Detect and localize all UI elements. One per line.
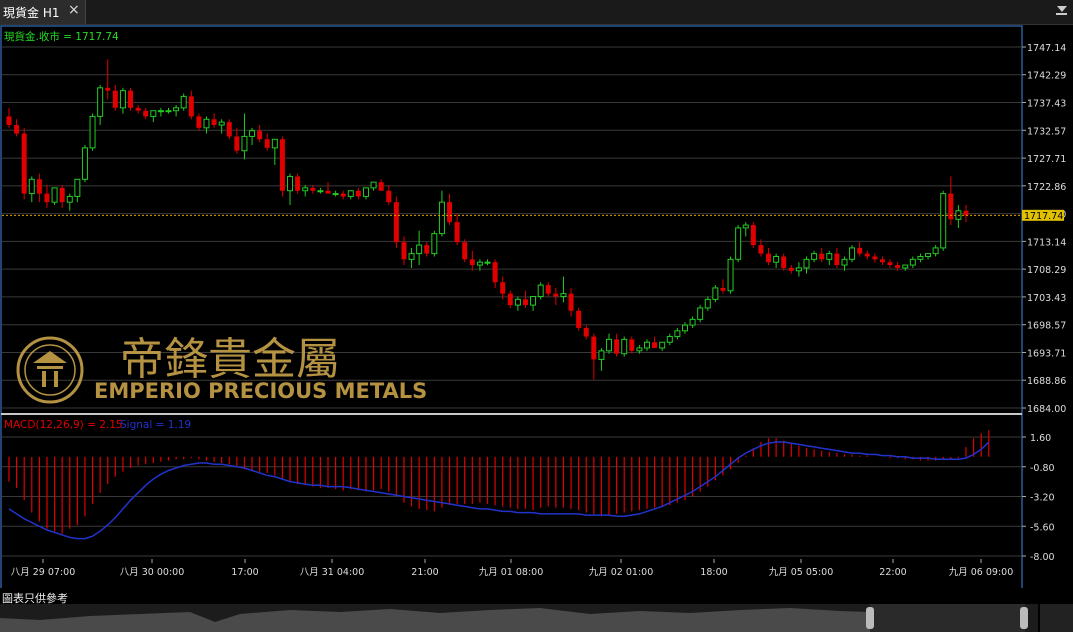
chart-navigator[interactable] [0, 604, 1038, 632]
time-tick-label: 22:00 [879, 567, 906, 578]
navigator-right-pad [1040, 604, 1073, 632]
macd-legend: MACD(12,26,9) = 2.15 [4, 419, 123, 431]
watermark-english: EMPERIO PRECIOUS METALS [94, 379, 427, 403]
navigator-right-handle[interactable] [1020, 607, 1028, 629]
tab-bar: 現貨金 H1 × [0, 0, 1073, 25]
candle [431, 230, 438, 257]
candle [180, 93, 187, 111]
candle [21, 127, 27, 200]
chevron-down-icon[interactable] [1057, 6, 1067, 12]
candle [295, 173, 301, 194]
logo-pillar-left [42, 371, 46, 387]
menu-bar-icon [1056, 13, 1067, 15]
logo-pillar-right [54, 371, 58, 387]
candle [750, 222, 756, 248]
macd-tick-label: 1.60 [1030, 433, 1051, 444]
candle [712, 285, 719, 303]
macd-tick-label: -8.00 [1030, 552, 1055, 563]
candle [735, 225, 742, 263]
time-tick-label: 九月 06 09:00 [949, 566, 1014, 578]
tab-spot-gold-h1[interactable]: 現貨金 H1 × [0, 0, 86, 24]
signal-legend: Signal = 1.19 [120, 419, 191, 431]
candle [89, 113, 96, 151]
candle [537, 282, 544, 300]
time-tick-label: 九月 01 08:00 [479, 566, 544, 578]
navigator-selection[interactable] [870, 604, 1025, 632]
macd-tick-label: -0.80 [1030, 463, 1055, 474]
price-tick-label: 1698.57 [1027, 321, 1066, 332]
candle [393, 196, 399, 248]
time-tick-label: 八月 29 07:00 [11, 567, 76, 578]
time-tick-label: 八月 31 04:00 [300, 567, 365, 578]
candle [462, 239, 468, 263]
candle [940, 190, 947, 251]
price-tick-label: 1693.71 [1027, 348, 1066, 359]
candle [81, 144, 88, 183]
logo-bar [37, 366, 63, 369]
price-tick-label: 1703.43 [1027, 293, 1066, 304]
macd-tick-label: -5.60 [1030, 522, 1055, 533]
candle [727, 256, 734, 294]
price-tick-label: 1737.43 [1027, 99, 1066, 110]
candle [621, 336, 628, 357]
candle [128, 87, 134, 111]
candle [279, 136, 285, 197]
time-tick-label: 九月 02 01:00 [589, 566, 654, 578]
price-tick-label: 1722.86 [1027, 182, 1066, 193]
candle [849, 245, 856, 263]
close-icon[interactable]: × [68, 2, 80, 18]
navigator-left-handle[interactable] [866, 607, 874, 629]
chart-area[interactable]: 1747.14 1742.29 1737.43 1732.57 1727.71 1722.… [0, 25, 1073, 588]
macd-tick-label: -3.20 [1030, 493, 1055, 504]
time-tick-label: 九月 05 05:00 [769, 566, 834, 578]
price-tick-label: 1688.86 [1027, 376, 1066, 387]
candle [226, 119, 232, 140]
time-tick-label: 八月 30 00:00 [120, 567, 185, 578]
price-tick-label: 1747.14 [1027, 43, 1066, 54]
price-tick-label: 1742.29 [1027, 71, 1066, 82]
time-tick-label: 17:00 [231, 567, 258, 578]
watermark-chinese: 帝鋒貴金屬 [120, 334, 340, 385]
candle [576, 307, 582, 331]
price-tick-label: 1708.29 [1027, 265, 1066, 276]
price-tick-label: 1732.57 [1027, 126, 1066, 137]
time-tick-label: 21:00 [411, 567, 438, 578]
time-tick-label: 18:00 [700, 567, 727, 578]
candle [697, 305, 704, 323]
current-price-value: 1717.74 [1024, 211, 1063, 222]
price-tick-label: 1684.00 [1027, 404, 1066, 415]
candle [51, 187, 58, 206]
price-legend: 現貨金.收市 = 1717.74 [4, 30, 119, 43]
tab-title: 現貨金 H1 [3, 6, 60, 20]
price-tick-label: 1713.14 [1027, 237, 1066, 248]
price-tick-label: 1727.71 [1027, 154, 1066, 165]
